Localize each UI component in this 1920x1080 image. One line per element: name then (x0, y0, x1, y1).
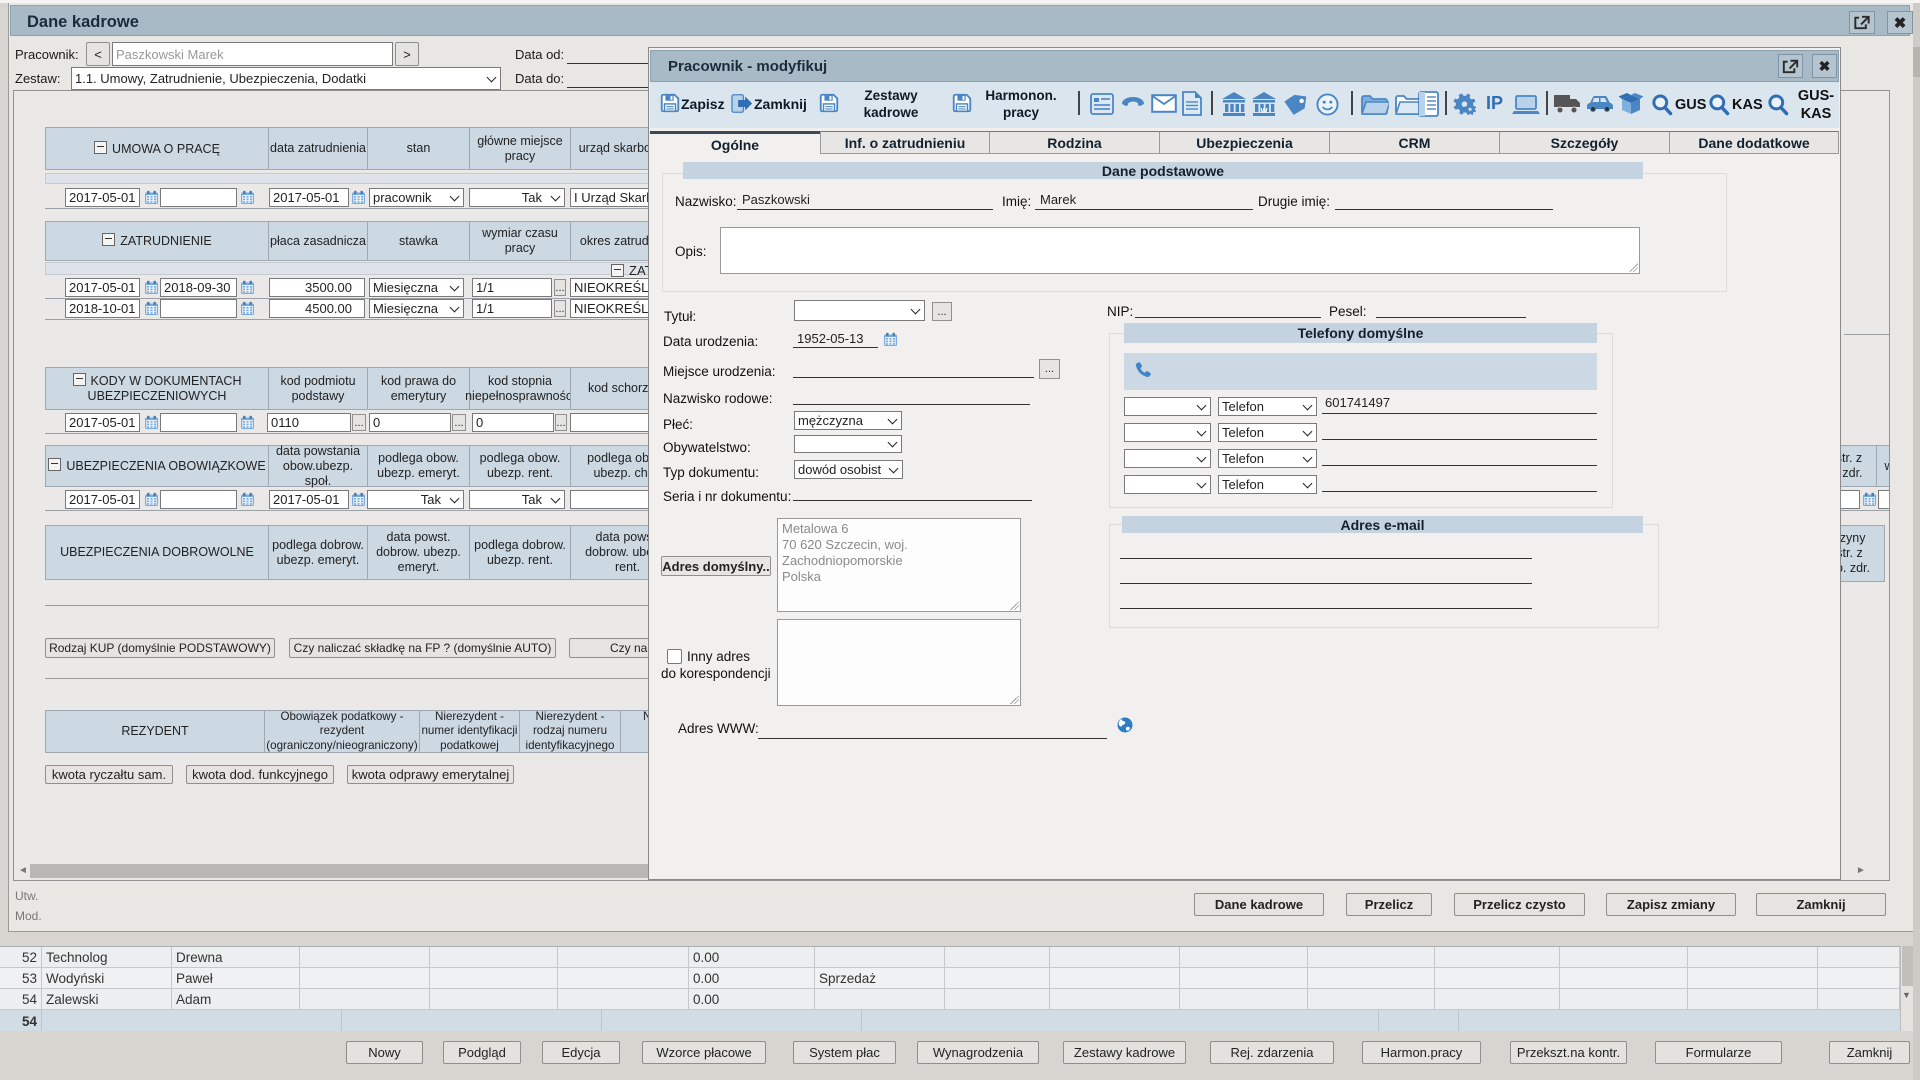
svg-text:w: w (1259, 105, 1268, 115)
